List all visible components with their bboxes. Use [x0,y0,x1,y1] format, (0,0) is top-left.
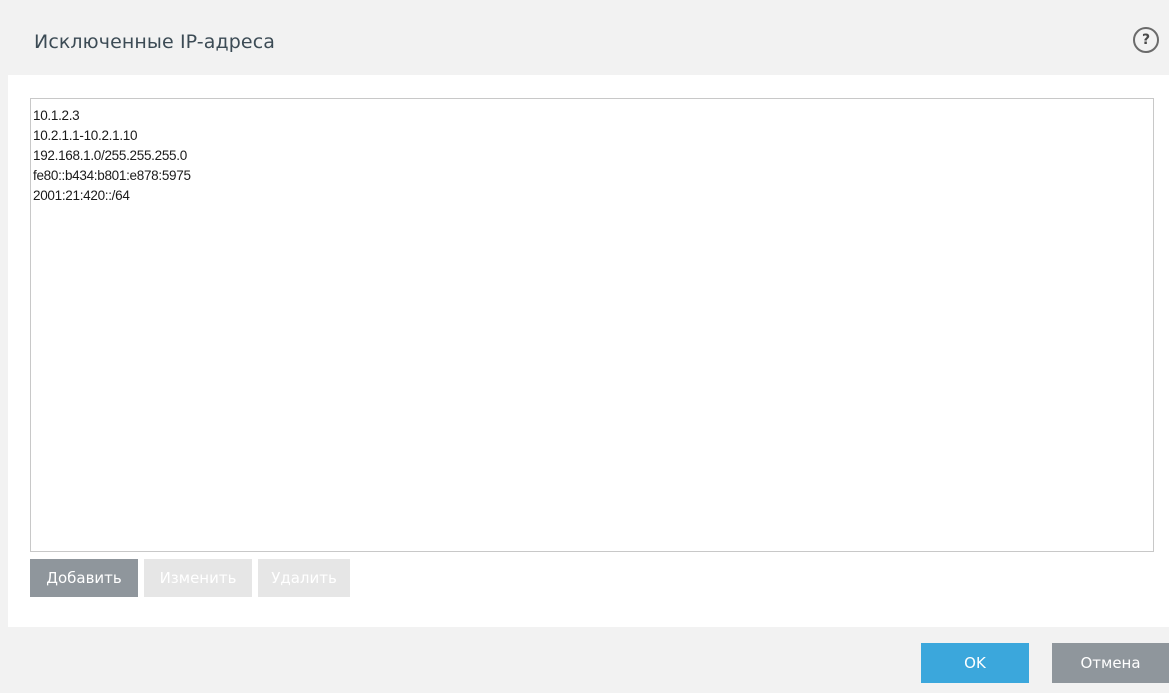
list-item[interactable]: 2001:21:420::/64 [33,186,1153,206]
help-icon[interactable]: ? [1133,27,1159,53]
list-item[interactable]: 10.2.1.1-10.2.1.10 [33,126,1153,146]
dialog-content: 10.1.2.3 10.2.1.1-10.2.1.10 192.168.1.0/… [8,75,1169,627]
excluded-ip-dialog: Исключенные IP-адреса ? 10.1.2.3 10.2.1.… [0,0,1169,693]
ip-address-list[interactable]: 10.1.2.3 10.2.1.1-10.2.1.10 192.168.1.0/… [30,98,1154,552]
cancel-button[interactable]: Отмена [1052,643,1169,683]
delete-button[interactable]: Удалить [258,559,350,597]
list-action-buttons: Добавить Изменить Удалить [30,559,350,597]
list-item[interactable]: 10.1.2.3 [33,106,1153,126]
list-item[interactable]: 192.168.1.0/255.255.255.0 [33,146,1153,166]
dialog-title: Исключенные IP-адреса [34,31,275,53]
list-item[interactable]: fe80::b434:b801:e878:5975 [33,166,1153,186]
dialog-header: Исключенные IP-адреса ? [8,9,1169,75]
add-button[interactable]: Добавить [30,559,138,597]
dialog-footer: OK Отмена [8,627,1169,693]
edit-button[interactable]: Изменить [144,559,252,597]
ok-button[interactable]: OK [921,643,1029,683]
